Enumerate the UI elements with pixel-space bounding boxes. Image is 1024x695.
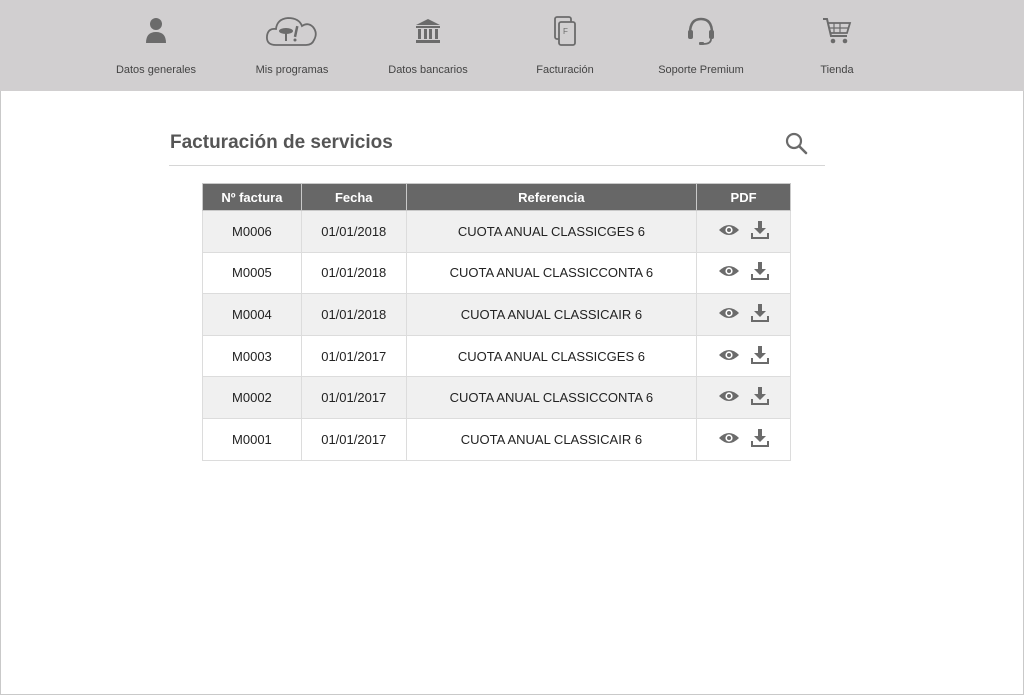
table-row[interactable]: M0005 01/01/2018 CUOTA ANUAL CLASSICCONTA … (202, 251, 791, 295)
nav-item-tienda[interactable]: Tienda (767, 0, 907, 91)
invoice-date: 01/01/2018 (300, 210, 407, 253)
eye-icon[interactable] (718, 223, 740, 240)
invoice-reference: CUOTA ANUAL CLASSICAIR 6 (405, 417, 698, 461)
invoice-date: 01/01/2017 (300, 376, 407, 419)
user-icon (86, 12, 226, 50)
invoice-reference: CUOTA ANUAL CLASSICCONTA 6 (405, 251, 698, 295)
svg-text:F: F (563, 27, 568, 36)
invoice-date: 01/01/2018 (300, 293, 407, 336)
pdf-actions (696, 293, 791, 336)
table-row[interactable]: M0003 01/01/2017 CUOTA ANUAL CLASSICGES 6 (202, 334, 791, 378)
column-header-reference[interactable]: Referencia (405, 183, 698, 211)
pdf-actions (696, 251, 791, 295)
nav-item-datos-bancarios[interactable]: Datos bancarios (358, 0, 498, 91)
top-navigation: Datos generales Mis programas Datos banc… (0, 0, 1024, 91)
invoice-date: 01/01/2018 (300, 251, 407, 295)
eye-icon[interactable] (718, 348, 740, 365)
invoice-number: M0006 (202, 210, 302, 253)
pdf-actions (696, 417, 791, 461)
table-row[interactable]: M0004 01/01/2018 CUOTA ANUAL CLASSICAIR 6 (202, 293, 791, 336)
nav-label: Mis programas (255, 64, 329, 76)
table-header-row: Nº factura Fecha Referencia PDF (202, 183, 791, 211)
invoice-number: M0001 (202, 417, 302, 461)
eye-icon[interactable] (718, 389, 740, 406)
page-title: Facturación de servicios (170, 132, 393, 153)
download-icon[interactable] (750, 220, 770, 243)
nav-label: Datos generales (115, 64, 197, 76)
title-divider (169, 165, 825, 166)
nav-label: Datos bancarios (388, 64, 468, 76)
download-icon[interactable] (750, 261, 770, 284)
table-row[interactable]: M0001 01/01/2017 CUOTA ANUAL CLASSICAIR 6 (202, 417, 791, 461)
nav-label: Soporte Premium (658, 64, 744, 76)
invoice-reference: CUOTA ANUAL CLASSICGES 6 (405, 334, 698, 378)
headset-icon (631, 12, 771, 50)
invoice-number: M0004 (202, 293, 302, 336)
download-icon[interactable] (750, 345, 770, 368)
pdf-actions (696, 376, 791, 419)
download-icon[interactable] (750, 303, 770, 326)
invoice-date: 01/01/2017 (300, 417, 407, 461)
invoice-date: 01/01/2017 (300, 334, 407, 378)
download-icon[interactable] (750, 428, 770, 451)
table-row[interactable]: M0002 01/01/2017 CUOTA ANUAL CLASSICCONTA … (202, 376, 791, 419)
eye-icon[interactable] (718, 431, 740, 448)
eye-icon[interactable] (718, 306, 740, 323)
column-header-pdf: PDF (696, 183, 791, 211)
table-body: M0006 01/01/2018 CUOTA ANUAL CLASSICGES 6M… (202, 210, 791, 461)
nav-item-facturacion[interactable]: F Facturación (495, 0, 635, 91)
invoice-icon: F (495, 12, 635, 50)
bank-icon (358, 12, 498, 50)
download-icon[interactable] (750, 386, 770, 409)
cloud-icon (222, 12, 362, 50)
invoice-reference: CUOTA ANUAL CLASSICCONTA 6 (405, 376, 698, 419)
cart-icon (767, 12, 907, 50)
invoices-table: Nº factura Fecha Referencia PDF M0006 01/… (202, 183, 791, 461)
nav-item-datos-generales[interactable]: Datos generales (86, 0, 226, 91)
invoice-number: M0002 (202, 376, 302, 419)
invoice-reference: CUOTA ANUAL CLASSICAIR 6 (405, 293, 698, 336)
nav-label: Tienda (820, 64, 854, 76)
invoice-number: M0005 (202, 251, 302, 295)
column-header-date[interactable]: Fecha (300, 183, 407, 211)
invoice-number: M0003 (202, 334, 302, 378)
invoice-reference: CUOTA ANUAL CLASSICGES 6 (405, 210, 698, 253)
nav-item-soporte-premium[interactable]: Soporte Premium (631, 0, 771, 91)
column-header-number[interactable]: Nº factura (202, 183, 302, 211)
eye-icon[interactable] (718, 264, 740, 281)
pdf-actions (696, 334, 791, 378)
nav-item-mis-programas[interactable]: Mis programas (222, 0, 362, 91)
search-icon[interactable] (784, 131, 810, 157)
table-row[interactable]: M0006 01/01/2018 CUOTA ANUAL CLASSICGES 6 (202, 210, 791, 253)
nav-label: Facturación (536, 64, 594, 76)
pdf-actions (696, 210, 791, 253)
